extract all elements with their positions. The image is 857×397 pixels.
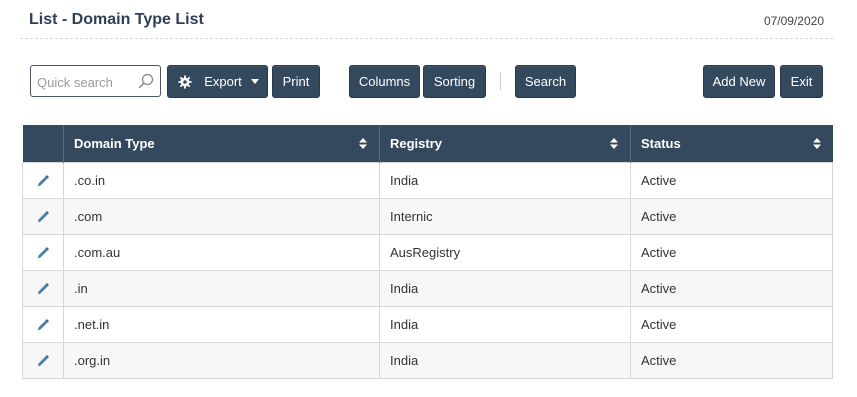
page-date: 07/09/2020 <box>763 14 824 28</box>
pencil-icon[interactable] <box>36 210 50 224</box>
chevron-down-icon <box>250 79 259 84</box>
sort-icon[interactable] <box>359 138 367 149</box>
column-header-registry[interactable]: Registry <box>379 125 631 162</box>
cell-status: Active <box>630 233 833 271</box>
add-new-label: Add New <box>712 74 766 89</box>
cell-status: Active <box>630 161 833 199</box>
column-header-label: Status <box>641 135 681 151</box>
column-header-label: Domain Type <box>74 135 155 151</box>
column-header-status[interactable]: Status <box>630 125 833 162</box>
pencil-icon[interactable] <box>36 354 50 368</box>
search-button[interactable]: Search <box>515 65 576 98</box>
pencil-icon[interactable] <box>36 318 50 332</box>
table-header-row: Domain Type Registry Status <box>22 125 833 162</box>
sort-icon[interactable] <box>610 138 618 149</box>
add-new-button[interactable]: Add New <box>703 65 775 98</box>
cell-status: Active <box>630 341 833 379</box>
pencil-icon[interactable] <box>36 174 50 188</box>
search-label: Search <box>524 74 567 89</box>
cell-registry: India <box>379 341 631 379</box>
cell-registry: Internic <box>379 197 631 235</box>
cell-domain-type: .net.in <box>63 305 380 343</box>
row-edit-cell[interactable] <box>22 341 64 379</box>
cell-registry: India <box>379 161 631 199</box>
cell-domain-type: .org.in <box>63 341 380 379</box>
table-row[interactable]: .org.in India Active <box>22 341 833 379</box>
cell-domain-type: .co.in <box>63 161 380 199</box>
columns-button[interactable]: Columns <box>349 65 420 98</box>
pencil-icon[interactable] <box>36 282 50 296</box>
row-edit-cell[interactable] <box>22 269 64 307</box>
column-header-domain-type[interactable]: Domain Type <box>63 125 380 162</box>
table-row[interactable]: .in India Active <box>22 269 833 307</box>
cell-domain-type: .com <box>63 197 380 235</box>
sorting-button[interactable]: Sorting <box>423 65 486 98</box>
table-row[interactable]: .com.au AusRegistry Active <box>22 233 833 271</box>
columns-label: Columns <box>358 74 411 89</box>
page-title: List - Domain Type List <box>29 11 204 28</box>
gear-icon <box>178 74 192 89</box>
print-label: Print <box>282 74 310 89</box>
cell-status: Active <box>630 197 833 235</box>
cell-domain-type: .in <box>63 269 380 307</box>
export-button[interactable]: Export <box>167 65 268 98</box>
row-edit-cell[interactable] <box>22 233 64 271</box>
cell-status: Active <box>630 305 833 343</box>
quick-search-input[interactable] <box>37 73 137 91</box>
table-row[interactable]: .net.in India Active <box>22 305 833 343</box>
sort-icon[interactable] <box>812 138 821 149</box>
toolbar-separator <box>500 72 501 90</box>
row-edit-cell[interactable] <box>22 161 64 199</box>
cell-domain-type: .com.au <box>63 233 380 271</box>
column-header-label: Registry <box>390 135 443 151</box>
header-divider <box>20 38 833 39</box>
export-label: Export <box>204 74 242 89</box>
sorting-label: Sorting <box>433 74 476 89</box>
cell-registry: AusRegistry <box>379 233 631 271</box>
magnifier-icon[interactable] <box>138 73 154 89</box>
domain-type-table: Domain Type Registry Status .co.in India… <box>22 125 833 379</box>
row-edit-cell[interactable] <box>22 197 64 235</box>
quick-search-box[interactable] <box>30 65 161 97</box>
cell-registry: India <box>379 305 631 343</box>
exit-button[interactable]: Exit <box>780 65 823 98</box>
action-column-header <box>22 125 64 162</box>
table-row[interactable]: .co.in India Active <box>22 161 833 199</box>
table-row[interactable]: .com Internic Active <box>22 197 833 235</box>
cell-status: Active <box>630 269 833 307</box>
exit-label: Exit <box>790 74 813 89</box>
print-button[interactable]: Print <box>272 65 320 98</box>
cell-registry: India <box>379 269 631 307</box>
row-edit-cell[interactable] <box>22 305 64 343</box>
pencil-icon[interactable] <box>36 246 50 260</box>
